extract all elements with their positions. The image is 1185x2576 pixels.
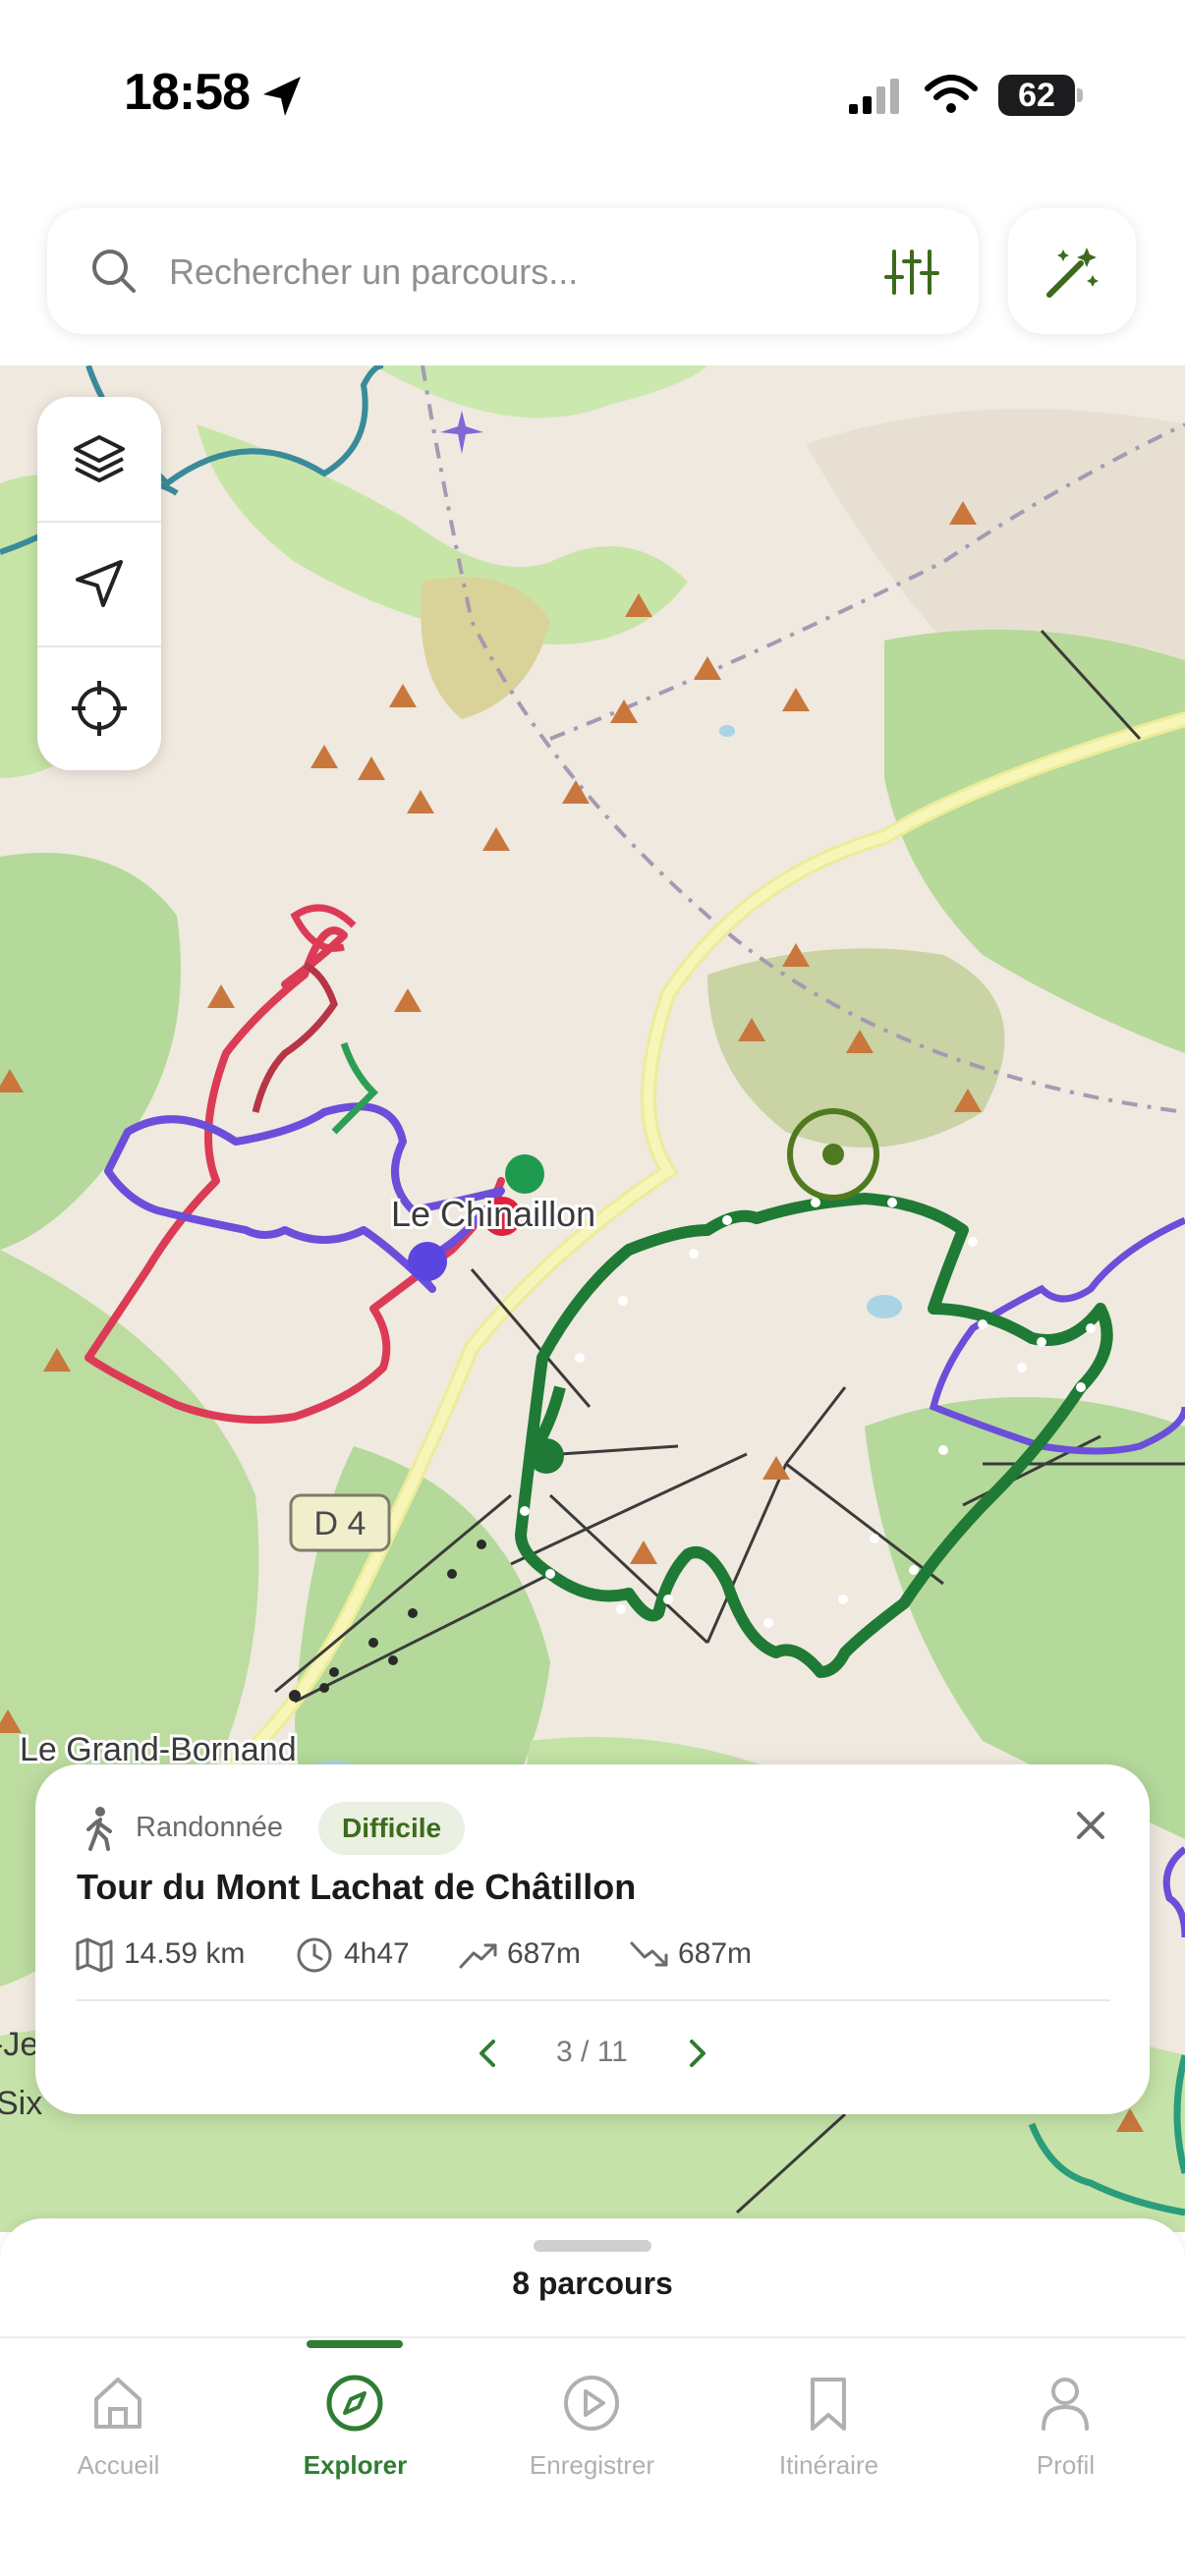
clock-icon <box>297 1937 332 1973</box>
battery-indicator: 62 <box>998 75 1075 116</box>
crosshair-icon <box>72 681 127 736</box>
difficulty-badge: Difficile <box>318 1802 466 1855</box>
route-elevation-loss: 687m <box>678 1937 753 1970</box>
town-label-center: Le Chinaillon <box>391 1194 595 1234</box>
play-icon <box>564 2376 619 2431</box>
activity-type: Randonnée <box>136 1812 283 1843</box>
location-arrow-icon <box>263 77 301 116</box>
navigation-arrow-icon <box>76 560 123 607</box>
home-icon <box>94 2378 141 2429</box>
map-controls <box>37 397 161 770</box>
layers-icon <box>74 435 125 482</box>
close-icon[interactable] <box>1073 1808 1108 1843</box>
results-count: 8 parcours <box>512 2266 673 2301</box>
route-pager: 3 / 11 <box>556 2036 628 2068</box>
search-placeholder: Rechercher un parcours... <box>169 252 579 292</box>
chevron-right-icon[interactable] <box>684 2036 711 2071</box>
locate-me-button[interactable] <box>37 646 161 770</box>
sheet-drag-handle[interactable] <box>534 2240 651 2252</box>
tab-label: Accueil <box>77 2450 160 2480</box>
road-label: D 4 <box>314 1505 367 1542</box>
tab-label: Profil <box>1036 2450 1096 2480</box>
filter-icon[interactable] <box>884 248 939 297</box>
elevation-loss-icon <box>630 1941 668 1967</box>
tab-explorer[interactable]: Explorer <box>237 2338 474 2495</box>
tab-label: Explorer <box>303 2450 408 2480</box>
route-elevation-gain: 687m <box>507 1937 582 1970</box>
magic-wand-icon <box>1046 248 1099 298</box>
route-duration: 4h47 <box>344 1937 410 1970</box>
map-icon <box>76 1937 113 1973</box>
bookmark-icon <box>811 2378 846 2431</box>
town-label-bottom: Le Grand-Bornand <box>20 1731 297 1768</box>
wifi-icon <box>925 75 978 113</box>
town-label-edge-2: Six <box>0 2085 42 2122</box>
battery-tip <box>1077 88 1083 102</box>
layers-button[interactable] <box>37 397 161 521</box>
tab-label: Itinéraire <box>778 2450 879 2480</box>
tab-enregistrer[interactable]: Enregistrer <box>474 2338 710 2495</box>
tab-accueil[interactable]: Accueil <box>0 2338 237 2495</box>
hiking-icon <box>86 1807 112 1851</box>
elevation-gain-icon <box>459 1943 497 1969</box>
route-distance: 14.59 km <box>124 1937 246 1970</box>
tab-profil[interactable]: Profil <box>947 2338 1184 2495</box>
compass-icon <box>326 2375 383 2432</box>
tab-itineraire[interactable]: Itinéraire <box>710 2338 947 2495</box>
navigation-button[interactable] <box>37 522 161 645</box>
signal-icon <box>849 79 899 114</box>
profile-icon <box>1042 2378 1089 2431</box>
chevron-left-icon[interactable] <box>474 2036 501 2071</box>
card-divider <box>77 1999 1110 2001</box>
status-time: 18:58 <box>124 64 251 121</box>
route-title: Tour du Mont Lachat de Châtillon <box>77 1867 637 1907</box>
tab-label: Enregistrer <box>529 2450 655 2480</box>
search-icon <box>92 250 136 293</box>
town-label-edge-1: -Je <box>0 2026 38 2063</box>
